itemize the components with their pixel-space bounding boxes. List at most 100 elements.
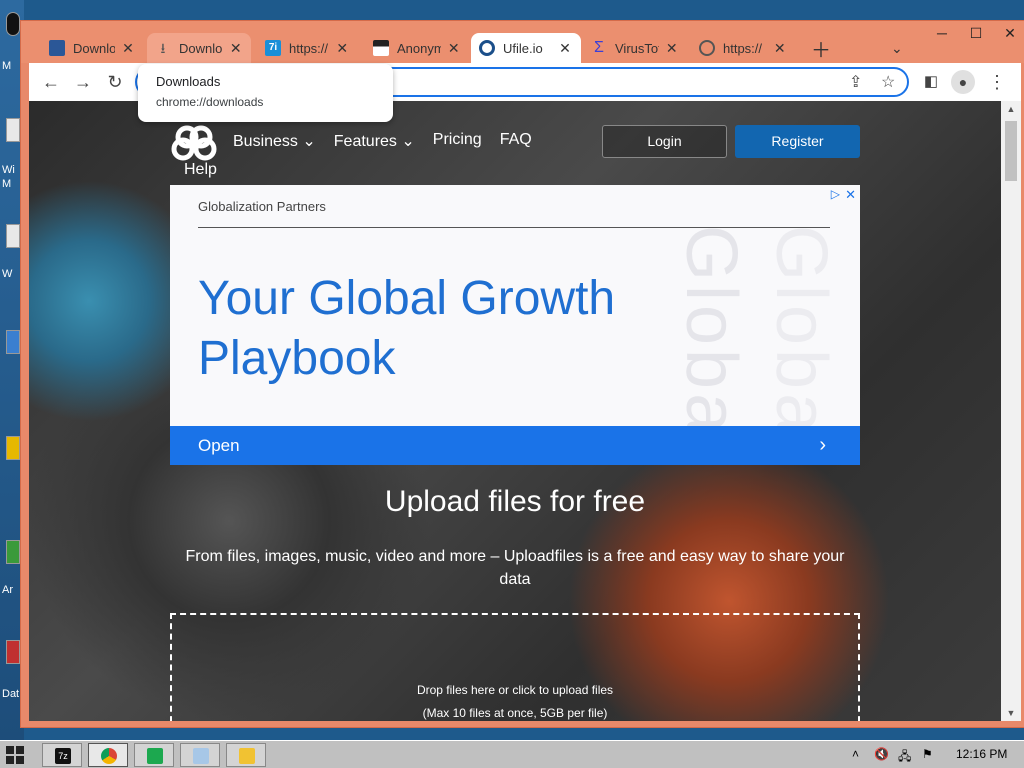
ad-headline: Your Global Growth Playbook [198,272,616,385]
taskbar-shield[interactable] [134,743,174,767]
taskbar-7zip[interactable]: 7z [42,743,82,767]
taskbar-chrome[interactable] [88,743,128,767]
profile-icon[interactable]: ● [951,70,975,94]
download-icon: ⭳ [160,40,166,56]
desktop-label: Wi [2,164,15,176]
close-icon[interactable]: ✕ [447,40,462,57]
taskbar: 7z ˄ 🔇 🖧 ⚑ 12:16 PM [0,740,1024,768]
tab-downloads-1[interactable]: Downlo ✕ [41,33,143,63]
forward-icon[interactable]: → [71,70,95,94]
7i-icon: 7i [265,40,281,56]
dropzone-line: (Max 10 files at once, 5GB per file) [422,706,608,720]
desktop-icon[interactable] [6,118,20,142]
taskbar-clock[interactable]: 12:16 PM [956,747,1007,761]
tab-title: Ufile.io [503,40,543,56]
hero-subtitle: From files, images, music, video and mor… [185,548,845,588]
tooltip-title: Downloads [156,74,221,89]
chevron-right-icon: › [819,434,826,456]
tab-title: VirusTot [615,40,659,56]
nav-business[interactable]: Business ⌄ [233,131,316,151]
taskbar-explorer[interactable] [226,743,266,767]
tab-strip: Downlo ✕ ⭳ Downlo ✕ 7i https:// ✕ Anonym… [21,21,1024,63]
advertisement[interactable]: Globaliz Globaliz Globalization Partners… [170,185,860,465]
upload-dropzone[interactable]: Drop files here or click to upload files… [170,613,860,721]
virustotal-icon: Σ [594,39,604,56]
close-icon[interactable]: ✕ [773,40,788,57]
hero-title: Upload files for free [384,485,646,518]
nav-features[interactable]: Features ⌄ [334,131,415,151]
globe-icon [699,40,715,56]
tab-ufile[interactable]: Ufile.io ✕ [471,33,581,63]
tab-title: Downlo [179,40,223,56]
folder-icon [239,748,255,764]
tab-anonymous[interactable]: Anonym ✕ [365,33,469,63]
tab-downloads-2[interactable]: ⭳ Downlo ✕ [147,33,251,63]
close-icon[interactable]: ✕ [557,40,573,57]
back-icon[interactable]: ← [39,70,63,94]
maximize-button[interactable]: ☐ [959,21,993,45]
nav-pricing[interactable]: Pricing [433,131,482,151]
desktop-label: M [2,60,12,72]
action-center-icon[interactable]: ⚑ [922,747,933,761]
scroll-up-icon[interactable]: ▲ [1001,101,1021,117]
tray-chevron-up-icon[interactable]: ˄ [852,747,859,761]
adchoices-icon[interactable]: ▷ [831,187,840,201]
tab-title: Downlo [73,40,115,56]
tab-title: https:// [289,40,329,56]
tab-virustotal[interactable]: Σ VirusTot ✕ [583,33,687,63]
page-viewport: Business ⌄ Features ⌄ Pricing FAQ Help L… [29,101,1001,721]
scroll-down-icon[interactable]: ▼ [1001,705,1021,721]
bookmark-star-icon[interactable]: ☆ [881,72,895,92]
scrollbar-thumb[interactable] [1005,121,1017,181]
close-icon[interactable]: ✕ [336,40,350,57]
side-panel-icon[interactable]: ◧ [919,70,943,94]
document-icon [49,40,65,56]
taskbar-notepad[interactable] [180,743,220,767]
chrome-icon [101,748,117,764]
tab-globe[interactable]: https:// ✕ [691,33,795,63]
dropzone-line: Drop files here or click to upload files [416,683,614,697]
new-tab-button[interactable]: ＋ [803,33,833,63]
share-icon[interactable]: ⇪ [849,72,862,92]
ad-open-button[interactable]: Open › [170,426,860,465]
tab-tooltip: Downloads chrome://downloads [138,64,393,122]
tab-7i[interactable]: 7i https:// ✕ [257,33,357,63]
site-nav: Business ⌄ Features ⌄ Pricing FAQ [233,131,532,151]
desktop-label: Ar [2,584,13,596]
desktop-label: M [2,178,12,190]
desktop-icon[interactable] [6,540,20,564]
desktop-icon[interactable] [6,12,20,36]
7zip-icon: 7z [55,748,71,764]
desktop-icon[interactable] [6,640,20,664]
close-window-button[interactable]: ✕ [993,21,1024,45]
close-icon[interactable]: ✕ [229,40,244,57]
register-button[interactable]: Register [735,125,860,158]
menu-icon[interactable]: ⋮ [985,70,1009,94]
reload-icon[interactable]: ↻ [103,70,127,94]
desktop-label: W [2,268,13,280]
close-icon[interactable]: ✕ [121,40,135,57]
browser-window: Downlo ✕ ⭳ Downlo ✕ 7i https:// ✕ Anonym… [20,20,1024,728]
close-icon[interactable]: ✕ [845,187,856,203]
minimize-button[interactable]: ─ [925,21,959,45]
ufile-logo[interactable] [171,125,217,161]
tab-search-button[interactable]: ⌄ [883,33,913,63]
desktop-icon[interactable] [6,330,20,354]
tab-title: Anonym [397,40,441,56]
close-icon[interactable]: ✕ [665,40,680,57]
nav-faq[interactable]: FAQ [500,131,532,151]
anonymous-icon [373,40,389,56]
nav-help[interactable]: Help [184,161,217,179]
tab-title: https:// [723,40,763,56]
ad-open-label: Open [198,436,240,455]
notepad-icon [193,748,209,764]
network-icon[interactable]: 🖧 [898,747,911,768]
desktop-icon[interactable] [6,224,20,248]
ad-divider [198,227,830,228]
windows-start-icon[interactable] [6,746,24,764]
volume-muted-icon[interactable]: 🔇 [874,747,889,761]
tooltip-url: chrome://downloads [156,95,264,109]
desktop-icon[interactable] [6,436,20,460]
login-button[interactable]: Login [602,125,727,158]
page-scrollbar[interactable]: ▲ ▼ [1001,101,1021,721]
